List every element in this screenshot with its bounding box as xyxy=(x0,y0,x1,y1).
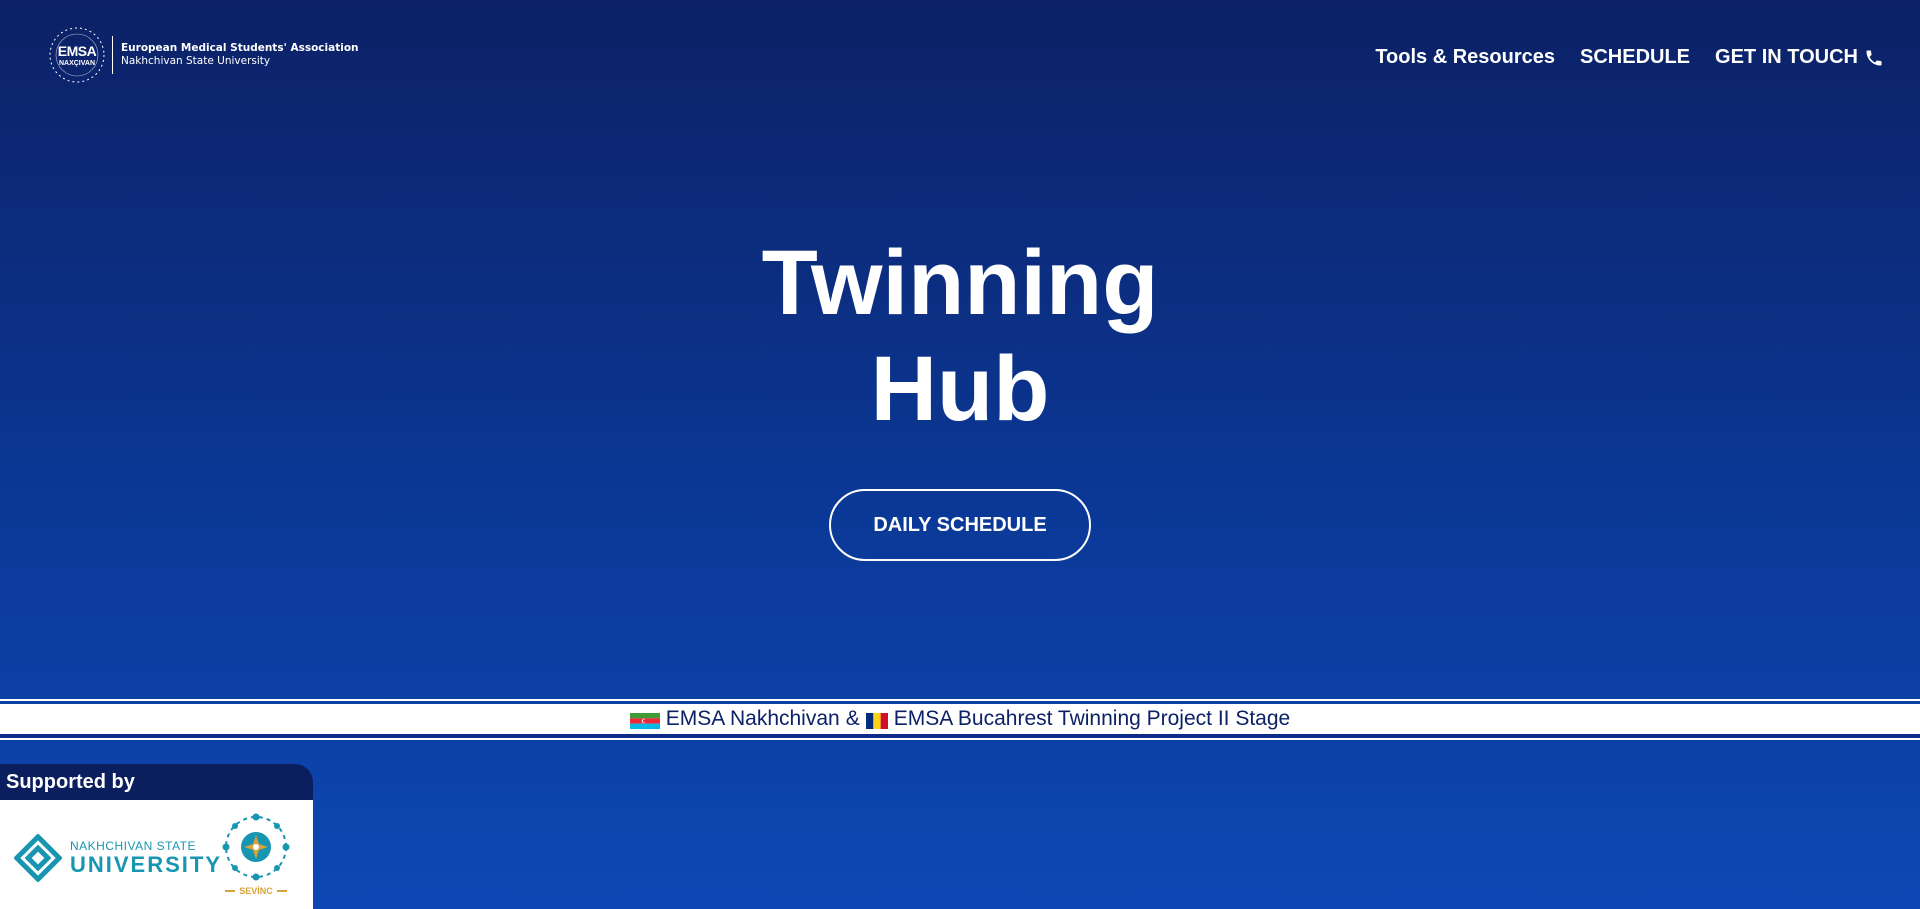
nav-get-in-touch[interactable]: GET IN TOUCH xyxy=(1715,46,1884,69)
ticker-bottom-rule xyxy=(0,738,1920,740)
nsu-logo-line2: UNIVERSITY xyxy=(70,852,223,877)
site-header: EMSA NAXÇIVAN European Medical Students'… xyxy=(0,0,1920,120)
supported-by-heading: Supported by xyxy=(0,764,313,800)
nakhchivan-state-university-logo[interactable]: NAKHCHIVAN STATE UNIVERSITY xyxy=(14,834,222,882)
nsu-emblem-icon xyxy=(14,834,62,882)
romania-flag-icon xyxy=(865,711,888,729)
nav-schedule[interactable]: SCHEDULE xyxy=(1580,46,1690,69)
brand-logo[interactable]: EMSA NAXÇIVAN European Medical Students'… xyxy=(48,26,359,84)
hero-title-line2: Hub xyxy=(870,338,1050,440)
nav-tools-resources[interactable]: Tools & Resources xyxy=(1375,46,1555,69)
phone-icon xyxy=(1864,48,1884,68)
ticker-part1: EMSA Nakhchivan xyxy=(665,707,840,730)
sevinc-logo[interactable]: SEVİNC xyxy=(214,810,298,902)
ticker-top-rule xyxy=(0,699,1920,701)
emsa-seal-logo: EMSA NAXÇIVAN xyxy=(48,26,106,84)
nav-item-label: GET IN TOUCH xyxy=(1715,46,1858,68)
supported-by-panel: Supported by NAKHCHIVAN STATE UNIVERSITY xyxy=(0,764,313,909)
nav-item-label: SCHEDULE xyxy=(1580,46,1691,68)
sponsor-logos: NAKHCHIVAN STATE UNIVERSITY SEVİNC xyxy=(0,800,313,909)
brand-divider xyxy=(112,36,113,74)
nav-item-label: Tools & Resources xyxy=(1375,46,1556,68)
ticker-separator: & xyxy=(845,707,860,730)
announcement-ticker: EMSA Nakhchivan & EMSA Bucahrest Twinnin… xyxy=(0,704,1920,734)
seal-main-text: EMSA xyxy=(57,42,97,59)
hero-title-line1: Twinning xyxy=(761,232,1159,334)
azerbaijan-flag-icon xyxy=(629,711,660,729)
brand-subtitle: Nakhchivan State University xyxy=(121,55,271,67)
brand-title: European Medical Students' Association xyxy=(121,41,359,54)
sevinc-label: SEVİNC xyxy=(239,886,273,896)
ticker-part2: EMSA Bucahrest Twinning Project II Stage xyxy=(893,707,1291,730)
sevinc-wordmark: SEVİNC xyxy=(225,886,287,896)
main-nav: Tools & Resources SCHEDULE GET IN TOUCH xyxy=(1375,46,1884,69)
brand-text: European Medical Students' Association N… xyxy=(121,42,359,68)
nsu-logo-line1: NAKHCHIVAN STATE xyxy=(70,839,197,853)
sevinc-ornament-icon xyxy=(222,813,290,881)
daily-schedule-button[interactable]: DAILY SCHEDULE xyxy=(829,489,1091,561)
seal-sub-text: NAXÇIVAN xyxy=(58,59,96,67)
hero-title: Twinning Hub xyxy=(0,230,1920,442)
